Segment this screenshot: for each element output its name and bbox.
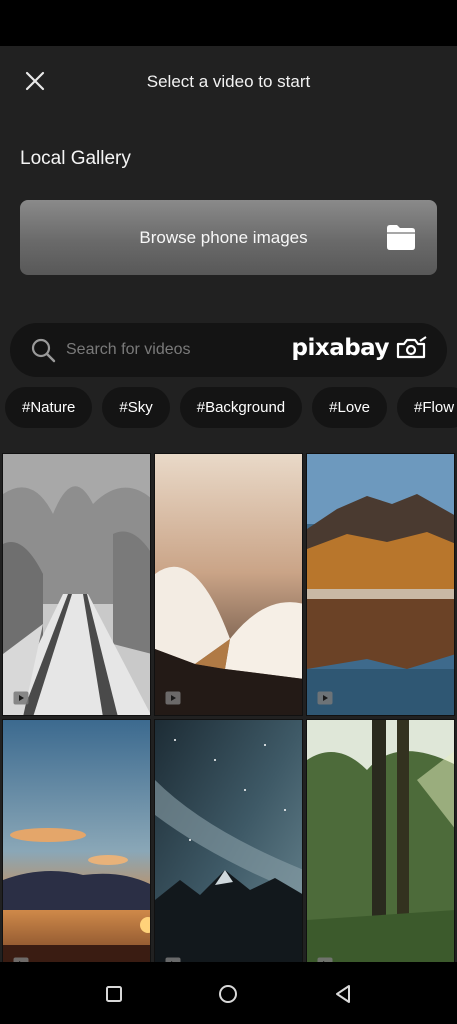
thumbnail-image: [155, 720, 302, 962]
video-icon: [317, 691, 333, 705]
video-icon: [165, 691, 181, 705]
folder-icon: [387, 225, 415, 250]
thumbnail-image: [3, 720, 150, 962]
thumbnail-image: [3, 454, 150, 715]
browse-button-label: Browse phone images: [139, 228, 308, 247]
search-bar[interactable]: Search for videos pixabay: [10, 323, 447, 377]
search-placeholder: Search for videos: [66, 341, 191, 358]
video-thumbnail-5[interactable]: [154, 719, 303, 962]
thumbnail-image: [307, 454, 454, 715]
video-thumbnail-2[interactable]: [154, 453, 303, 716]
video-picker-sheet: Select a video to start Local Gallery Br…: [0, 46, 457, 962]
video-thumbnail-6[interactable]: [306, 719, 455, 962]
square-icon[interactable]: [102, 982, 126, 1006]
thumbnail-image: [155, 454, 302, 715]
search-icon: [31, 338, 56, 363]
pixabay-wordmark: pixabay: [291, 335, 390, 361]
page-title: Select a video to start: [146, 72, 311, 91]
thumbnail-image: [307, 720, 454, 962]
status-bar: [0, 0, 457, 46]
tag-background[interactable]: #Background: [179, 387, 303, 428]
top-bar: Select a video to start: [0, 46, 457, 118]
tag-love[interactable]: #Love: [312, 387, 388, 428]
circle-icon[interactable]: [216, 982, 240, 1006]
video-thumbnail-4[interactable]: [2, 719, 151, 962]
pixabay-logo: pixabay: [292, 335, 427, 361]
local-gallery-heading: Local Gallery: [20, 148, 131, 169]
tag-nature[interactable]: #Nature: [5, 387, 93, 428]
tag-row: #Nature #Sky #Background #Love #Flow: [5, 387, 457, 428]
video-thumbnail-1[interactable]: [2, 453, 151, 716]
video-thumbnail-3[interactable]: [306, 453, 455, 716]
browse-phone-images-button[interactable]: Browse phone images: [20, 200, 437, 275]
camera-icon: [396, 336, 427, 359]
system-navigation-bar: [0, 962, 457, 1024]
triangle-back-icon[interactable]: [331, 982, 355, 1006]
tag-sky[interactable]: #Sky: [102, 387, 170, 428]
tag-flow[interactable]: #Flow: [397, 387, 457, 428]
video-icon: [13, 691, 29, 705]
